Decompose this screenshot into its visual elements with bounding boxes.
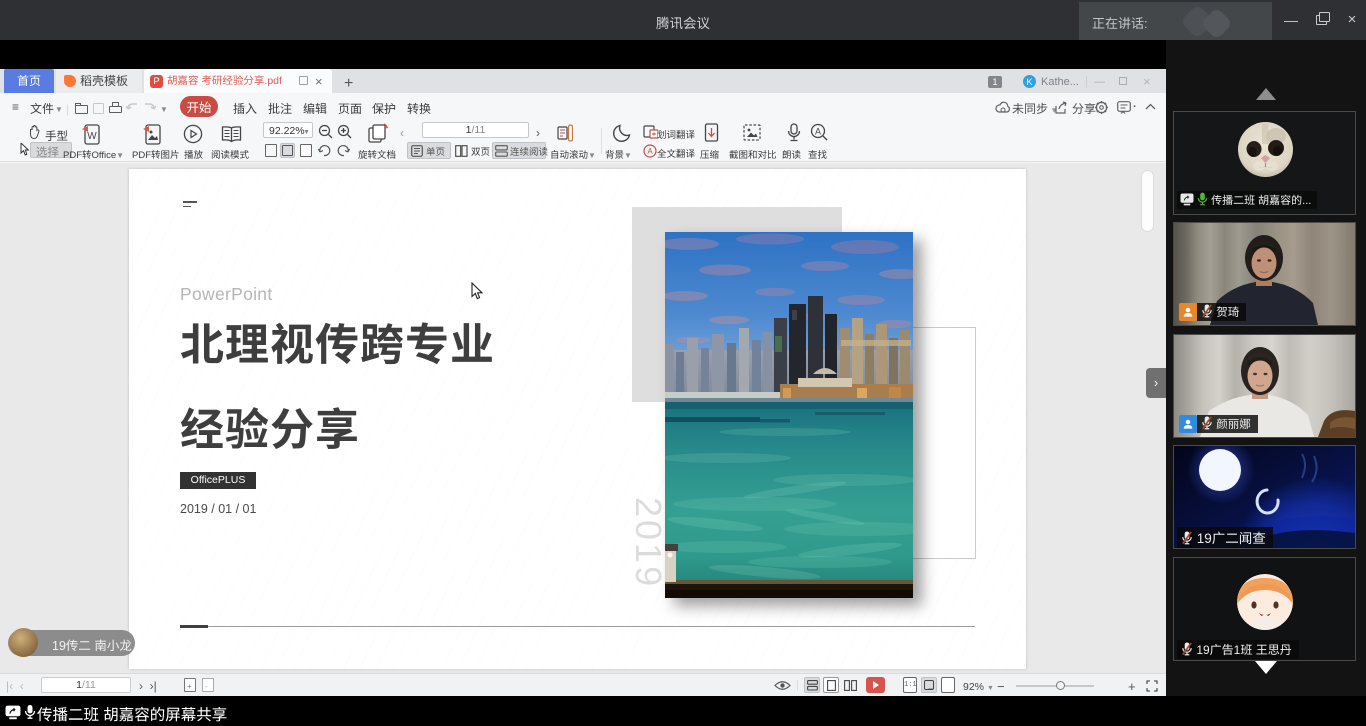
svg-text:W: W bbox=[87, 131, 97, 142]
svg-text:A: A bbox=[647, 147, 653, 156]
svg-text:A: A bbox=[815, 127, 821, 137]
